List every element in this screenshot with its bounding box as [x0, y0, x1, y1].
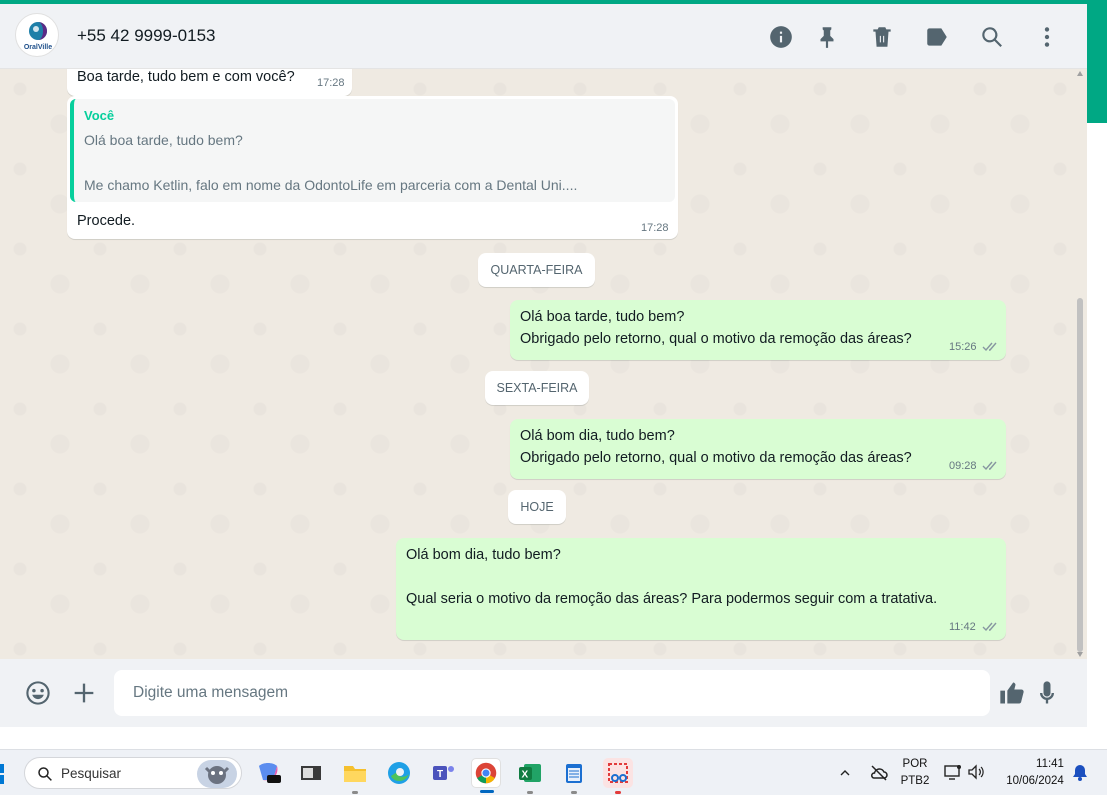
teams-app-icon[interactable]: T [428, 758, 458, 788]
message-time: 17:28 [641, 222, 669, 234]
chat-header: OralVille +55 42 9999-0153 [0, 4, 1087, 69]
message-outgoing[interactable]: Olá bom dia, tudo bem? Qual seria o moti… [396, 538, 1006, 640]
svg-text:T: T [437, 769, 443, 780]
scroll-down-arrow-icon[interactable] [1077, 652, 1083, 657]
message-text: Olá bom dia, tudo bem? [406, 547, 561, 563]
message-outgoing[interactable]: Olá bom dia, tudo bem? Obrigado pelo ret… [510, 419, 1006, 479]
network-icon[interactable] [943, 763, 963, 781]
edge-browser-icon[interactable] [384, 758, 414, 788]
quote-line: Me chamo Ketlin, falo em nome da OdontoL… [84, 177, 578, 193]
label-icon[interactable] [924, 24, 950, 50]
read-ticks-icon [982, 340, 1000, 352]
composer-bar [0, 659, 1087, 727]
thumbs-up-icon[interactable] [998, 679, 1026, 707]
read-ticks-icon [982, 459, 1000, 471]
message-text: Qual seria o motivo da remoção das áreas… [406, 591, 938, 607]
notification-bell-icon[interactable] [1072, 763, 1088, 781]
oralville-logo-icon [29, 22, 47, 40]
quote-author: Você [84, 108, 115, 123]
taskbar-search[interactable]: Pesquisar [24, 757, 242, 789]
message-incoming[interactable]: Boa tarde, tudo bem e com você? 17:28 [67, 69, 352, 96]
message-input[interactable] [114, 670, 990, 716]
contact-name[interactable]: +55 42 9999-0153 [77, 26, 216, 46]
message-time: 17:28 [317, 77, 345, 89]
scroll-up-arrow-icon[interactable] [1077, 71, 1083, 76]
search-highlight-image [197, 760, 237, 788]
taskbar-search-label: Pesquisar [61, 766, 122, 781]
avatar-brand-text: OralVille [23, 44, 53, 51]
notepad-app-icon[interactable] [559, 758, 589, 794]
microphone-icon[interactable] [1033, 679, 1061, 707]
svg-text:X: X [522, 770, 529, 781]
copilot-app-icon[interactable] [253, 758, 283, 788]
quoted-message[interactable]: Você Olá boa tarde, tudo bem? Me chamo K… [70, 99, 675, 202]
snipping-tool-icon[interactable] [603, 758, 633, 794]
search-icon[interactable] [979, 24, 1005, 50]
attach-plus-icon[interactable] [70, 679, 98, 707]
keyboard-layout-indicator[interactable]: PTB2 [900, 775, 930, 787]
whatsapp-window: OralVille +55 42 9999-0153 Boa tarde, tu… [0, 4, 1087, 727]
language-indicator[interactable]: POR [900, 758, 930, 770]
info-icon[interactable] [768, 24, 794, 50]
message-text: Boa tarde, tudo bem e com você? [77, 69, 295, 85]
scrollbar-thumb[interactable] [1077, 298, 1083, 652]
onedrive-offline-icon[interactable] [869, 764, 889, 782]
date-separator: QUARTA-FEIRA [478, 253, 595, 287]
windows-taskbar: Pesquisar T X POR PTB2 11:41 10/06/2024 [0, 749, 1107, 795]
date-separator: SEXTA-FEIRA [485, 371, 589, 405]
message-time: 09:28 [949, 460, 977, 472]
file-explorer-icon[interactable] [340, 758, 370, 794]
pin-icon[interactable] [814, 24, 840, 50]
read-ticks-icon [982, 620, 1000, 632]
message-text: Olá bom dia, tudo bem? [520, 428, 675, 444]
window-right-edge [1087, 4, 1107, 749]
terminal-app-icon[interactable] [296, 758, 326, 788]
windows-start-icon[interactable] [0, 764, 10, 784]
message-text: Obrigado pelo retorno, qual o motivo da … [520, 450, 912, 466]
chrome-browser-icon[interactable] [471, 758, 501, 793]
message-text: Olá boa tarde, tudo bem? [520, 309, 685, 325]
menu-dots-icon[interactable] [1034, 24, 1060, 50]
tray-chevron-up-icon[interactable] [839, 766, 851, 778]
search-icon [38, 767, 52, 781]
clock-date[interactable]: 10/06/2024 [1000, 775, 1070, 787]
date-separator: HOJE [508, 490, 566, 524]
contact-avatar[interactable]: OralVille [15, 13, 59, 57]
emoji-icon[interactable] [24, 679, 52, 707]
quote-line: Olá boa tarde, tudo bem? [84, 132, 243, 148]
message-text: Obrigado pelo retorno, qual o motivo da … [520, 331, 912, 347]
message-time: 11:42 [949, 621, 976, 633]
message-incoming-reply[interactable]: Você Olá boa tarde, tudo bem? Me chamo K… [67, 96, 678, 239]
excel-app-icon[interactable]: X [515, 758, 545, 794]
message-outgoing[interactable]: Olá boa tarde, tudo bem? Obrigado pelo r… [510, 300, 1006, 360]
volume-icon[interactable] [967, 763, 987, 781]
message-text: Procede. [77, 213, 136, 229]
message-time: 15:26 [949, 341, 977, 353]
message-list[interactable]: Boa tarde, tudo bem e com você? 17:28 Vo… [0, 69, 1087, 659]
delete-icon[interactable] [869, 24, 895, 50]
clock-time[interactable]: 11:41 [1030, 758, 1070, 770]
